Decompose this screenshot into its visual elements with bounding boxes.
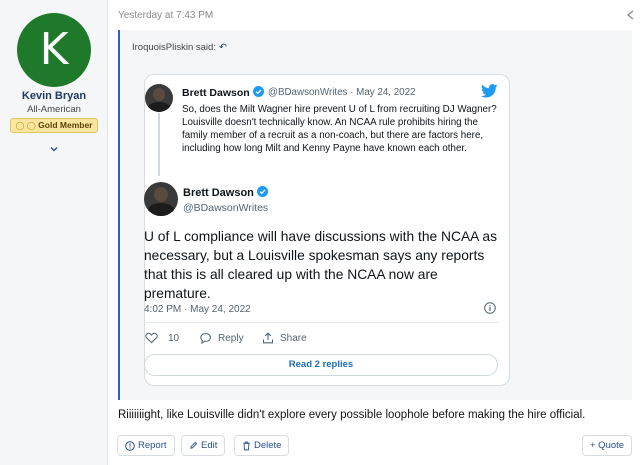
main-author-handle[interactable]: @BDawsonWrites (183, 202, 268, 214)
quote-button[interactable]: + Quote (582, 435, 633, 456)
username[interactable]: Kevin Bryan (0, 90, 108, 102)
reply-label: Reply (218, 332, 244, 344)
pencil-icon (190, 441, 198, 449)
read-replies-button[interactable]: Read 2 replies (144, 354, 498, 376)
heart-icon (145, 332, 158, 344)
info-icon[interactable] (484, 302, 496, 314)
delete-button[interactable]: Delete (234, 435, 290, 456)
share-icon[interactable] (626, 9, 636, 21)
shield-icon: ◯ (15, 121, 25, 130)
member-badge: ◯ ◯ Gold Member (10, 118, 98, 133)
like-count: 10 (168, 332, 180, 344)
like-button[interactable]: 10 (145, 332, 179, 344)
twitter-logo-icon[interactable] (481, 84, 498, 98)
trash-icon (243, 441, 250, 450)
reply-button[interactable]: Reply (199, 332, 244, 344)
thread-line (158, 113, 160, 176)
edit-label: Edit (201, 440, 218, 451)
edit-button[interactable]: Edit (181, 435, 226, 456)
share-tweet-button[interactable]: Share (262, 332, 307, 344)
verified-icon (252, 86, 264, 97)
chevron-down-icon[interactable] (48, 143, 60, 155)
post-body: Riiiiiiight, like Louisville didn't expl… (118, 409, 586, 421)
jump-to-quote-icon[interactable]: ↶ (219, 42, 227, 53)
reply-icon (200, 333, 211, 344)
quote-author: IroquoisPliskin said: (132, 42, 216, 53)
tweet-time[interactable]: 4:02 PM · May 24, 2022 (144, 304, 251, 315)
share-label: Share (280, 332, 307, 344)
tweet-divider (144, 322, 498, 323)
reply-tweet-text: So, does the Milt Wagner hire prevent U … (182, 104, 497, 154)
main-author-name[interactable]: Brett Dawson (183, 186, 268, 199)
quote-attribution[interactable]: IroquoisPliskin said: ↶ (132, 42, 227, 53)
report-button[interactable]: Report (117, 435, 175, 456)
avatar[interactable]: K (17, 13, 91, 87)
delete-label: Delete (254, 440, 282, 451)
user-sidebar: K Kevin Bryan All-American ◯ ◯ Gold Memb… (0, 0, 108, 465)
report-label: Report (138, 440, 167, 451)
reply-handle-date[interactable]: @BDawsonWrites · May 24, 2022 (268, 87, 416, 98)
upload-icon (262, 332, 274, 344)
badge-label: Gold Member (38, 120, 93, 130)
reply-author-name[interactable]: Brett Dawson (182, 86, 264, 99)
main-tweet-text: U of L compliance will have discussions … (144, 229, 497, 301)
user-title: All-American (27, 104, 81, 115)
profile-picture-main[interactable] (144, 182, 178, 216)
post-timestamp[interactable]: Yesterday at 7:43 PM (118, 10, 213, 21)
verified-icon-main (256, 186, 268, 197)
profile-picture[interactable] (145, 84, 173, 112)
report-icon (125, 440, 135, 451)
shield-icon-2: ◯ (26, 121, 36, 130)
